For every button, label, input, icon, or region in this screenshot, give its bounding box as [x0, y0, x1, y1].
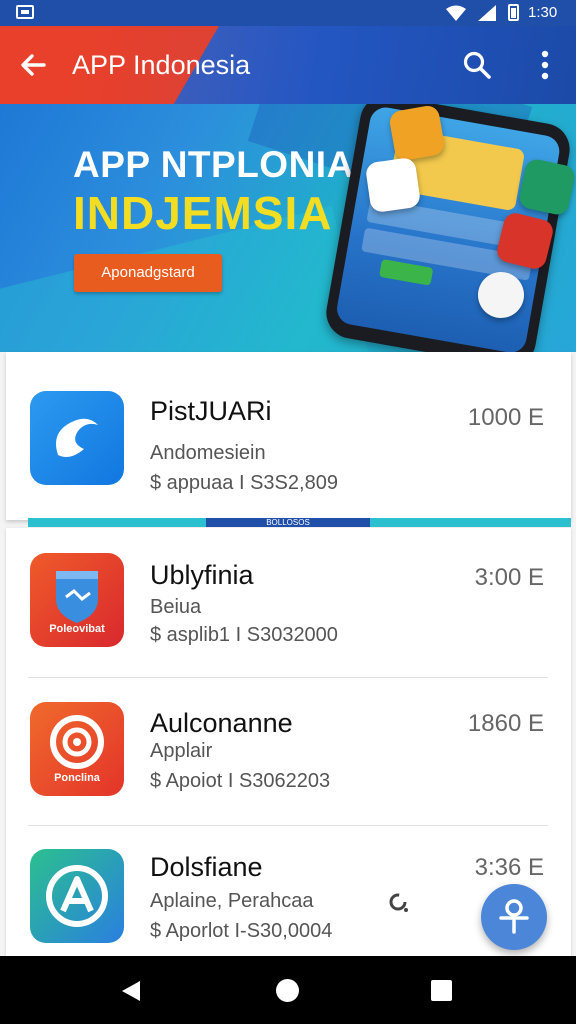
person-pin-icon — [499, 899, 529, 934]
app-name: PistJUARi — [150, 396, 272, 426]
nav-recents-icon[interactable] — [431, 980, 452, 1001]
more-vert-icon[interactable] — [534, 48, 556, 82]
notification-icon — [16, 5, 34, 19]
app-name: Dolsfiane — [150, 852, 263, 882]
app-price: 3:00 E — [474, 564, 544, 591]
floating-action-button[interactable] — [481, 884, 547, 950]
app-price: 1860 E — [467, 710, 544, 737]
app-icon-label: Poleovibat — [49, 623, 105, 635]
system-nav-bar — [0, 956, 576, 1024]
app-meta: $ appuaa I S3S2,809 — [150, 472, 338, 494]
carousel-indicator-active[interactable]: BOLLOSOS — [206, 518, 370, 527]
phone-button — [379, 258, 434, 286]
list-item[interactable]: ON PistJUARi Andomesiein $ appuaa I S3S2… — [0, 370, 576, 516]
app-icon: Ponclina — [30, 702, 124, 796]
app-icon: Poleovibat — [30, 553, 124, 647]
app-bar: APP Indonesia — [0, 26, 576, 104]
app-meta: $ Apoiot I S3062203 — [150, 770, 331, 792]
status-time: 1:30 — [528, 4, 558, 21]
app-meta: $ Aporlot I-S30,0004 — [150, 920, 333, 942]
compass-a-icon — [46, 865, 108, 927]
status-bar: 1:30 — [0, 0, 576, 26]
floating-app-icon — [478, 272, 524, 318]
nav-back-icon[interactable] — [120, 979, 142, 1003]
loading-spinner-icon — [389, 893, 408, 912]
app-developer: Beiua — [150, 596, 202, 618]
wifi-icon — [446, 5, 466, 21]
search-icon[interactable] — [462, 50, 492, 80]
app-meta: $ asplib1 I S3032000 — [150, 624, 338, 646]
battery-icon — [508, 4, 519, 21]
app-name: Ublyfinia — [150, 560, 254, 590]
app-icon — [30, 849, 124, 943]
app-price: 1000 E — [467, 404, 544, 431]
nav-home-icon[interactable] — [276, 979, 299, 1002]
app-name: Aulconanne — [150, 708, 293, 738]
app-icon-label: Ponclina — [54, 772, 100, 784]
floating-app-icon — [388, 104, 446, 162]
list-item[interactable]: Ponclina Aulconanne Applair $ Apoiot I S… — [0, 678, 576, 824]
app-icon: ON — [30, 391, 124, 485]
banner-headline: APP NTPLONIA — [73, 144, 354, 185]
signal-icon — [478, 5, 496, 21]
floating-app-icon — [364, 156, 422, 214]
promo-banner[interactable]: APP NTPLONIA INDJEMSIA Aponadgstard — [0, 104, 576, 352]
app-developer: Applair — [150, 740, 213, 762]
back-arrow-icon[interactable] — [18, 50, 48, 80]
app-developer: Andomesiein — [150, 442, 266, 464]
banner-cta-button[interactable]: Aponadgstard — [74, 254, 222, 292]
banner-subheadline: INDJEMSIA — [73, 187, 333, 239]
list-item[interactable]: Poleovibat Ublyfinia Beiua $ asplib1 I S… — [0, 530, 576, 676]
floating-app-icon — [517, 157, 576, 217]
app-developer: Aplaine, Perahcaa — [150, 890, 314, 912]
app-price: 3:36 E — [474, 854, 544, 881]
page-title: APP Indonesia — [72, 50, 251, 80]
app-icon-label: ON — [60, 464, 124, 475]
